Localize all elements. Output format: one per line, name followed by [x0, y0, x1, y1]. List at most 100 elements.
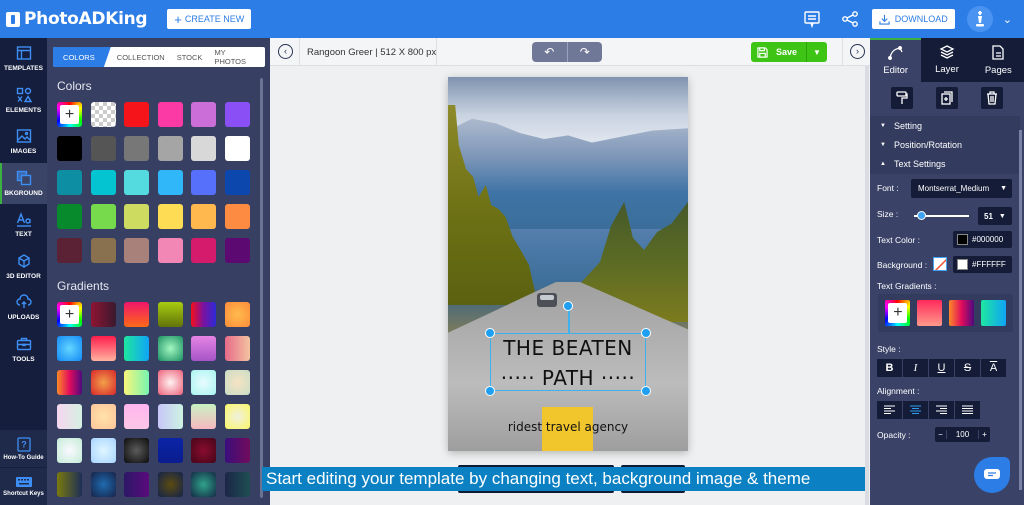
gradient-swatch[interactable] — [224, 472, 250, 497]
nav-tools[interactable]: TOOLS — [0, 329, 47, 371]
overline-button[interactable]: A — [981, 359, 1006, 377]
color-swatch[interactable] — [157, 170, 183, 195]
shortcut-keys-button[interactable]: Shortcut Keys — [0, 467, 47, 505]
color-swatch[interactable] — [224, 102, 250, 127]
gradient-swatch[interactable] — [90, 370, 116, 395]
gradient-swatch[interactable] — [124, 370, 149, 395]
gradient-swatch[interactable] — [57, 472, 82, 497]
underline-button[interactable]: U — [929, 359, 954, 377]
color-swatch[interactable] — [191, 170, 216, 195]
gradient-swatch[interactable] — [124, 472, 149, 497]
color-swatch[interactable] — [224, 238, 250, 263]
resize-handle-bottom-right[interactable] — [641, 386, 651, 396]
nav-text[interactable]: TEXT — [0, 204, 47, 246]
opacity-decrease-button[interactable]: − — [935, 430, 947, 439]
download-button[interactable]: DOWNLOAD — [871, 9, 955, 29]
gradient-swatch[interactable] — [191, 472, 216, 497]
color-swatch[interactable] — [57, 170, 82, 195]
gradient-add-button[interactable]: + — [57, 302, 82, 327]
color-swatch[interactable] — [224, 136, 250, 161]
tab-pages[interactable]: Pages — [973, 38, 1024, 82]
gradient-swatch[interactable] — [157, 370, 183, 395]
gradient-swatch[interactable] — [157, 472, 183, 497]
avatar[interactable] — [966, 6, 993, 32]
collapse-right-panel-button[interactable]: › — [850, 44, 865, 59]
duplicate-button[interactable] — [935, 87, 958, 109]
bold-button[interactable]: B — [877, 359, 902, 377]
nav-elements[interactable]: ELEMENTS — [0, 80, 47, 122]
tagline-text[interactable]: ridest travel agency — [448, 420, 688, 434]
chat-button[interactable] — [974, 457, 1010, 493]
right-panel-scrollbar[interactable] — [1019, 130, 1022, 490]
gradient-swatch[interactable] — [191, 336, 216, 361]
text-gradient-swatch[interactable] — [980, 300, 1006, 326]
text-gradient-swatch[interactable] — [917, 300, 943, 326]
gradient-swatch[interactable] — [157, 302, 183, 327]
gradient-swatch[interactable] — [57, 336, 82, 361]
gradient-swatch[interactable] — [224, 336, 250, 361]
italic-button[interactable]: I — [903, 359, 928, 377]
nav-images[interactable]: IMAGES — [0, 121, 47, 163]
color-swatch[interactable] — [191, 136, 216, 161]
color-swatch[interactable] — [191, 102, 216, 127]
opacity-value[interactable]: 100 — [956, 430, 969, 439]
save-options-dropdown[interactable]: ▼ — [807, 42, 827, 62]
color-swatch[interactable] — [57, 238, 82, 263]
gradient-swatch[interactable] — [124, 404, 149, 429]
color-swatch[interactable] — [124, 204, 149, 229]
undo-button[interactable]: ↶ — [532, 42, 568, 62]
color-swatch[interactable] — [124, 102, 149, 127]
nav-bkground[interactable]: BKGROUND — [0, 162, 47, 204]
gradient-swatch[interactable] — [157, 404, 183, 429]
no-background-button[interactable] — [933, 257, 947, 271]
color-swatch[interactable] — [157, 204, 183, 229]
color-swatch[interactable] — [124, 170, 149, 195]
font-select[interactable]: Montserrat_Medium ▼ — [911, 179, 1012, 198]
opacity-increase-button[interactable]: + — [977, 430, 990, 439]
gradient-swatch[interactable] — [57, 370, 82, 395]
color-swatch[interactable] — [224, 204, 250, 229]
save-button[interactable]: Save — [751, 42, 807, 62]
tab-editor[interactable]: Editor — [870, 38, 922, 82]
color-swatch[interactable] — [191, 238, 216, 263]
text-color-picker[interactable]: #000000 — [953, 231, 1012, 248]
panel-scrollbar[interactable] — [260, 78, 263, 498]
color-swatch[interactable] — [90, 170, 116, 195]
color-swatch[interactable] — [224, 170, 250, 195]
color-swatch[interactable] — [157, 136, 183, 161]
gradient-swatch[interactable] — [90, 472, 116, 497]
gradient-swatch[interactable] — [57, 438, 82, 463]
gradient-swatch[interactable] — [90, 302, 116, 327]
strikethrough-button[interactable]: S — [955, 359, 980, 377]
rotate-handle[interactable] — [563, 301, 573, 311]
gradient-swatch[interactable] — [191, 302, 216, 327]
resize-handle-top-right[interactable] — [641, 328, 651, 338]
nav-templates[interactable]: TEMPLATES — [0, 38, 47, 80]
gradient-swatch[interactable] — [157, 438, 183, 463]
gradient-swatch[interactable] — [57, 404, 82, 429]
nav-3d-editor[interactable]: 3D EDITOR — [0, 246, 47, 288]
delete-button[interactable] — [980, 87, 1003, 109]
color-swatch[interactable] — [157, 238, 183, 263]
design-artboard[interactable]: ridest travel agency THE BEATEN ····· PA… — [448, 77, 688, 451]
accordion-setting[interactable]: ▼ Setting — [870, 116, 1020, 135]
color-swatch[interactable] — [90, 238, 116, 263]
gradient-swatch[interactable] — [191, 438, 216, 463]
tab-stock[interactable]: STOCK — [171, 53, 209, 62]
align-justify-button[interactable] — [955, 401, 980, 419]
resize-handle-bottom-left[interactable] — [485, 386, 495, 396]
color-swatch[interactable] — [90, 136, 116, 161]
accordion-position-rotation[interactable]: ▼ Position/Rotation — [870, 135, 1020, 154]
color-swatch[interactable] — [57, 136, 82, 161]
size-select[interactable]: 51 ▼ — [978, 207, 1012, 225]
text-gradient-add-button[interactable]: + — [885, 300, 911, 326]
gradient-swatch[interactable] — [224, 302, 250, 327]
align-center-button[interactable] — [903, 401, 928, 419]
gradient-swatch[interactable] — [90, 404, 116, 429]
create-new-button[interactable]: + CREATE NEW — [167, 9, 252, 29]
color-swatch[interactable] — [90, 204, 116, 229]
gradient-swatch[interactable] — [124, 302, 149, 327]
format-paint-button[interactable] — [891, 87, 914, 109]
gradient-swatch[interactable] — [224, 438, 250, 463]
color-add-button[interactable]: + — [57, 102, 82, 127]
